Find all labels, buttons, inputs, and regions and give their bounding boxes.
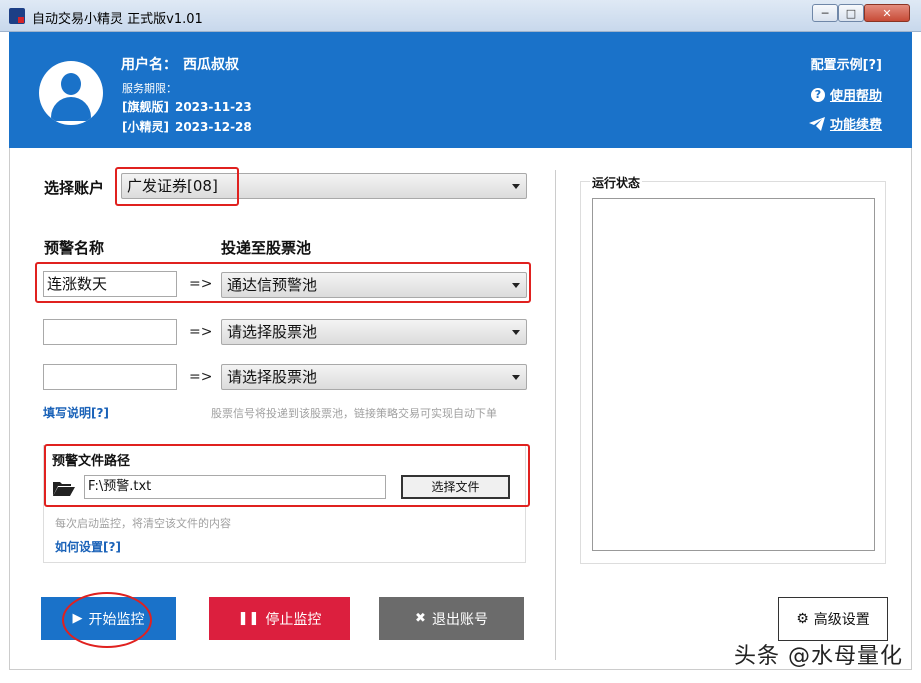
alert-name-header: 预警名称 (44, 239, 105, 257)
chevron-down-icon (512, 330, 520, 335)
close-x-icon: ✖ (415, 611, 426, 626)
close-button[interactable]: ✕ (864, 4, 910, 22)
help-link[interactable]: ? 使用帮助 (810, 85, 882, 104)
arrow-text: => (189, 369, 213, 385)
service-name: [旗舰版] (122, 100, 169, 114)
highlight-file-path (44, 444, 530, 507)
vertical-divider (555, 170, 556, 660)
service-name: [小精灵] (122, 120, 169, 134)
account-label: 选择账户 (44, 179, 105, 197)
service-row-flagship: [旗舰版] 2023-11-23 (122, 98, 258, 115)
alert-name-input-3[interactable] (43, 364, 177, 390)
gear-icon: ⚙ (796, 611, 809, 627)
window-titlebar[interactable]: 自动交易小精灵 正式版v1.01 ─ □ ✕ (0, 0, 921, 32)
advanced-settings-label: 高级设置 (813, 612, 870, 628)
maximize-button[interactable]: □ (838, 4, 864, 22)
pool-select-3[interactable]: 请选择股票池 (221, 364, 527, 390)
window-title: 自动交易小精灵 正式版v1.01 (32, 12, 203, 27)
highlight-start-oval (62, 592, 152, 648)
alert-pool-header: 投递至股票池 (221, 239, 312, 257)
chevron-down-icon (512, 375, 520, 380)
logout-button[interactable]: ✖ 退出账号 (379, 597, 524, 640)
status-log[interactable] (592, 198, 875, 551)
user-header: 用户名： 西瓜叔叔 服务期限： [旗舰版] 2023-11-23 [小精灵] 2023… (9, 32, 912, 148)
app-icon (9, 8, 25, 24)
status-title: 运行状态 (590, 174, 643, 191)
service-label: 服务期限： (122, 82, 177, 95)
pool-hint: 股票信号将投递到该股票池，链接策略交易可实现自动下单 (211, 407, 497, 420)
pool-select-value: 请选择股票池 (227, 368, 318, 386)
highlight-alert-row (35, 262, 531, 303)
username-label: 用户名： (121, 57, 177, 73)
highlight-account (115, 167, 239, 206)
clear-hint: 每次启动监控，将清空该文件的内容 (55, 517, 231, 530)
avatar-icon (39, 61, 103, 125)
username-value: 西瓜叔叔 (183, 57, 239, 73)
pool-select-2[interactable]: 请选择股票池 (221, 319, 527, 345)
renew-link-label: 功能续费 (829, 118, 882, 133)
renew-link[interactable]: 功能续费 (808, 114, 882, 133)
chevron-down-icon (512, 184, 520, 189)
help-link-label: 使用帮助 (829, 89, 882, 104)
pool-select-value: 请选择股票池 (227, 323, 318, 341)
stop-monitor-label: 停止监控 (265, 611, 322, 628)
minimize-button[interactable]: ─ (812, 4, 838, 22)
service-row-sprite: [小精灵] 2023-12-28 (122, 118, 258, 135)
fill-help-link[interactable]: 填写说明[?] (43, 404, 109, 421)
logout-label: 退出账号 (431, 611, 488, 628)
help-icon: ? (810, 87, 825, 102)
paper-plane-icon (808, 116, 825, 131)
service-date: 2023-12-28 (174, 120, 252, 134)
stop-monitor-button[interactable]: ❚❚ 停止监控 (209, 597, 350, 640)
arrow-text: => (189, 324, 213, 340)
watermark: 头条 @水母量化 (734, 644, 903, 669)
username-row: 用户名： 西瓜叔叔 (121, 54, 245, 74)
advanced-settings-button[interactable]: ⚙ 高级设置 (778, 597, 888, 641)
how-to-setup-link[interactable]: 如何设置[?] (55, 538, 121, 555)
pause-icon: ❚❚ (237, 611, 260, 626)
service-date: 2023-11-23 (174, 100, 252, 114)
config-example-link[interactable]: 配置示例[?] (811, 54, 882, 73)
alert-name-input-2[interactable] (43, 319, 177, 345)
